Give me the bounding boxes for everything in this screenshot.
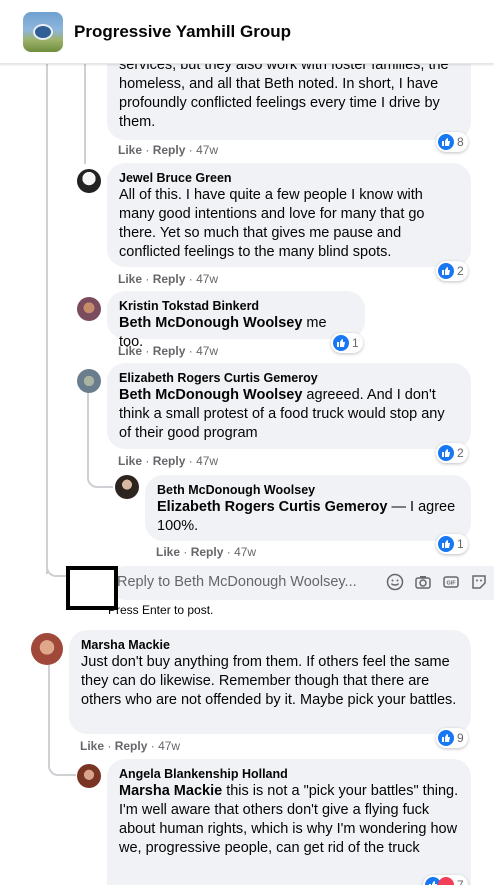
comment-age[interactable]: 47w: [234, 545, 256, 559]
group-logo-disc: [33, 24, 53, 40]
comment-text: services, but they also work with foster…: [119, 57, 449, 130]
reply-input[interactable]: Reply to Beth McDonough Woolsey... GIF: [109, 566, 494, 600]
comment-age[interactable]: 47w: [196, 143, 218, 157]
sticker-icon[interactable]: [470, 573, 488, 591]
comment-age[interactable]: 47w: [196, 272, 218, 286]
thread-line: [84, 64, 86, 164]
reply-button[interactable]: Reply: [153, 272, 186, 286]
comment-text: All of this. I have quite a few people I…: [119, 187, 425, 260]
smiley-icon[interactable]: [386, 573, 404, 591]
comment-author[interactable]: Kristin Tokstad Binkerd: [119, 298, 353, 314]
group-header: Progressive Yamhill Group: [0, 0, 494, 64]
comment-text: Elizabeth Rogers Curtis Gemeroy — I agre…: [157, 499, 456, 534]
enter-hint: Press Enter to post.: [108, 603, 214, 617]
avatar[interactable]: [77, 369, 101, 393]
like-reaction-icon: [438, 263, 454, 279]
comment-text: Beth McDonough Woolsey agreeed. And I do…: [119, 387, 445, 441]
redaction-box: [66, 566, 118, 610]
like-reaction-icon: [438, 445, 454, 461]
thread-line: [48, 664, 50, 756]
reply-button[interactable]: Reply: [191, 545, 224, 559]
comment-author[interactable]: Beth McDonough Woolsey: [157, 482, 459, 498]
mention-link[interactable]: Marsha Mackie: [119, 783, 222, 799]
avatar[interactable]: [31, 633, 63, 665]
like-reaction-icon: [438, 134, 454, 150]
like-reaction-icon: [333, 335, 349, 351]
like-button[interactable]: Like: [118, 344, 142, 358]
comment-age[interactable]: 47w: [196, 344, 218, 358]
mention-link[interactable]: Elizabeth Rogers Curtis Gemeroy: [157, 499, 387, 515]
thread-elbow: [87, 470, 113, 488]
reaction-count[interactable]: 8: [436, 132, 468, 152]
thread-elbow: [46, 555, 66, 577]
like-reaction-icon: [438, 730, 454, 746]
like-reaction-icon: [438, 536, 454, 552]
reply-button[interactable]: Reply: [153, 143, 186, 157]
comment-author[interactable]: Angela Blankenship Holland: [119, 766, 459, 782]
like-button[interactable]: Like: [118, 143, 142, 157]
comment-actions: Like · Reply · 47w: [118, 143, 219, 157]
like-button[interactable]: Like: [156, 545, 180, 559]
comment-author[interactable]: Elizabeth Rogers Curtis Gemeroy: [119, 370, 459, 386]
comment-actions: Like · Reply · 47w: [118, 454, 219, 468]
reply-placeholder: Reply to Beth McDonough Woolsey...: [117, 574, 357, 590]
reaction-count[interactable]: 9: [436, 728, 468, 748]
avatar[interactable]: [77, 169, 101, 193]
avatar[interactable]: [115, 475, 139, 499]
comment-age[interactable]: 47w: [196, 454, 218, 468]
reply-button[interactable]: Reply: [153, 454, 186, 468]
reply-tools: GIF: [386, 573, 488, 591]
comment-age[interactable]: 47w: [158, 739, 180, 753]
comment-bubble: Elizabeth Rogers Curtis Gemeroy Beth McD…: [107, 363, 471, 449]
comment-text: Marsha Mackie this is not a "pick your b…: [119, 783, 459, 856]
thread-line: [87, 392, 89, 472]
group-title[interactable]: Progressive Yamhill Group: [74, 22, 291, 42]
comment-text: Just don't buy anything from them. If ot…: [81, 654, 457, 708]
avatar[interactable]: [77, 297, 101, 321]
like-button[interactable]: Like: [118, 272, 142, 286]
like-button[interactable]: Like: [118, 454, 142, 468]
reaction-count[interactable]: 1: [331, 333, 363, 353]
comment-bubble: Jewel Bruce Green All of this. I have qu…: [107, 163, 471, 267]
avatar[interactable]: [77, 764, 101, 788]
comment-bubble: Beth McDonough Woolsey Elizabeth Rogers …: [145, 475, 471, 541]
reply-button[interactable]: Reply: [115, 739, 148, 753]
reaction-count[interactable]: 7: [423, 875, 468, 885]
mention-link[interactable]: Beth McDonough Woolsey: [119, 315, 302, 331]
reaction-count[interactable]: 2: [436, 261, 468, 281]
group-avatar[interactable]: [23, 12, 63, 52]
comment-bubble: Kristin Tokstad Binkerd Beth McDonough W…: [107, 291, 365, 350]
gif-icon[interactable]: GIF: [442, 573, 460, 591]
comment-bubble: Angela Blankenship Holland Marsha Mackie…: [107, 759, 471, 885]
comment-actions: Like · Reply · 47w: [118, 344, 219, 358]
comment-actions: Like · Reply · 47w: [156, 545, 257, 559]
svg-text:GIF: GIF: [447, 581, 457, 587]
comment-actions: Like · Reply · 47w: [80, 739, 181, 753]
comment-author[interactable]: Marsha Mackie: [81, 637, 459, 653]
reaction-count[interactable]: 2: [436, 443, 468, 463]
thread-line: [46, 64, 48, 574]
mention-link[interactable]: Beth McDonough Woolsey: [119, 387, 302, 403]
comment-actions: Like · Reply · 47w: [118, 272, 219, 286]
comment-author[interactable]: Jewel Bruce Green: [119, 170, 459, 186]
thread-elbow: [48, 756, 76, 776]
love-reaction-icon: [438, 877, 454, 885]
reply-button[interactable]: Reply: [153, 344, 186, 358]
like-button[interactable]: Like: [80, 739, 104, 753]
comment-bubble: Marsha Mackie Just don't buy anything fr…: [69, 630, 471, 734]
camera-icon[interactable]: [414, 573, 432, 591]
reaction-count[interactable]: 1: [436, 534, 468, 554]
